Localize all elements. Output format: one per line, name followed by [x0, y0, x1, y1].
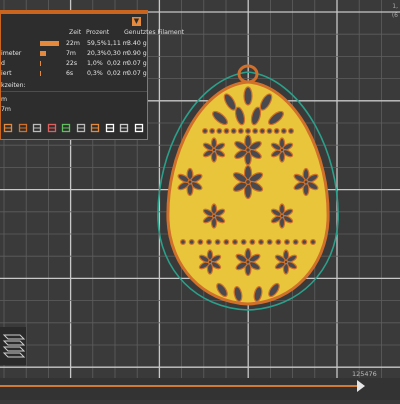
pattern-hole	[202, 128, 209, 135]
horizontal-layer-slider[interactable]: 125476	[0, 370, 400, 400]
slider-value: 125476	[352, 370, 377, 378]
pattern-hole	[279, 147, 285, 153]
panel-title-bar	[1, 11, 147, 14]
header-time: Zeit	[69, 29, 82, 36]
row-label: imeter	[1, 50, 22, 57]
section-label: kzeiten:	[1, 82, 26, 89]
support-icon[interactable]	[61, 123, 71, 133]
table-row: 22m 59,5% 1,11 m 3.40 g	[1, 39, 147, 49]
row-time: 22m	[66, 40, 80, 47]
pattern-hole	[237, 128, 244, 135]
row-time: 7m	[66, 50, 76, 57]
pattern-hole	[279, 213, 285, 219]
row-label: iert	[1, 70, 12, 77]
pattern-hole	[223, 239, 230, 246]
tool-change-icon[interactable]	[90, 123, 100, 133]
row-length: 1,11 m	[107, 40, 129, 47]
pattern-hole	[197, 239, 204, 246]
pattern-hole	[259, 128, 266, 135]
pattern-hole	[206, 239, 213, 246]
divider	[1, 91, 147, 92]
pattern-hole	[275, 239, 282, 246]
row-weight: 0.07 g	[127, 70, 147, 77]
pattern-hole	[283, 259, 289, 265]
infill-icon[interactable]	[18, 123, 28, 133]
pattern-hole	[245, 259, 251, 265]
pattern-hole	[301, 239, 308, 246]
pattern-hole	[223, 128, 230, 135]
row-time: 6s	[66, 70, 74, 77]
pattern-hole	[230, 128, 237, 135]
percent-bar	[40, 61, 41, 66]
table-row: d 22s 1,0% 0,02 m 0.07 g	[1, 59, 147, 69]
pattern-hole	[245, 128, 252, 135]
percent-bar	[40, 51, 47, 56]
shell-icon[interactable]	[76, 123, 86, 133]
pattern-hole	[211, 147, 217, 153]
pattern-hole	[211, 213, 217, 219]
row-time: 22s	[66, 60, 78, 67]
row-weight: 0.07 g	[127, 60, 147, 67]
pattern-hole	[258, 239, 265, 246]
pattern-hole	[252, 128, 259, 135]
pattern-hole	[266, 128, 273, 135]
time-row-1: m	[1, 96, 8, 103]
header-percent: Prozent	[86, 29, 110, 36]
row-percent: 0,3%	[87, 70, 103, 77]
row-percent: 20,3%	[87, 50, 107, 57]
table-row: iert 6s 0,3% 0,02 m 0.07 g	[1, 69, 147, 79]
pattern-hole	[310, 239, 317, 246]
corner-line-1: 1,	[392, 3, 398, 10]
row-percent: 1,0%	[87, 60, 103, 67]
header-filament: Genutztes Filament	[124, 29, 185, 36]
pattern-hole	[207, 259, 213, 265]
pattern-hole	[280, 128, 287, 135]
seam-icon[interactable]	[47, 123, 57, 133]
percent-bar	[40, 71, 41, 76]
download-icon[interactable]	[134, 123, 144, 133]
pattern-hole	[180, 239, 187, 246]
pattern-hole	[209, 128, 216, 135]
retraction-icon[interactable]	[32, 123, 42, 133]
pattern-hole	[249, 239, 256, 246]
row-length: 0,02 m	[107, 70, 129, 77]
pattern-hole	[214, 239, 221, 246]
pattern-hole	[303, 179, 309, 185]
row-percent: 59,5%	[87, 40, 107, 47]
pattern-hole	[288, 128, 295, 135]
pattern-hole	[273, 128, 280, 135]
pattern-hole	[245, 147, 251, 153]
view-type-toolbar	[1, 122, 149, 136]
time-row-2: 7m	[1, 106, 11, 113]
pattern-hole	[187, 179, 193, 185]
slice-statistics-panel: ▼ Zeit Prozent Genutztes Filament 22m 59,…	[0, 10, 184, 140]
row-weight: 0.90 g	[127, 50, 147, 57]
cube-icon[interactable]	[119, 123, 129, 133]
corner-line-2: (6	[391, 12, 398, 19]
pattern-hole	[243, 86, 253, 106]
pattern-hole	[216, 128, 223, 135]
collapse-panel-button[interactable]: ▼	[132, 17, 141, 26]
percent-bar	[40, 41, 60, 46]
row-label: d	[1, 60, 5, 67]
corner-readout: 1, (6	[392, 2, 398, 20]
pattern-hole	[244, 178, 252, 186]
pattern-hole	[292, 239, 299, 246]
pattern-hole	[188, 239, 195, 246]
pattern-hole	[240, 239, 247, 246]
model-icon[interactable]	[105, 123, 115, 133]
table-row: imeter 7m 20,3% 0,30 m 0.90 g	[1, 49, 147, 59]
row-length: 0,02 m	[107, 60, 129, 67]
pattern-hole	[284, 239, 291, 246]
slider-track[interactable]	[0, 385, 361, 387]
pattern-hole	[266, 239, 273, 246]
layers-icon[interactable]	[3, 123, 13, 133]
row-weight: 3.40 g	[127, 40, 147, 47]
pattern-hole	[232, 239, 239, 246]
layer-stack-icon[interactable]	[0, 327, 26, 365]
slider-handle[interactable]	[356, 380, 365, 392]
row-length: 0,30 m	[107, 50, 129, 57]
